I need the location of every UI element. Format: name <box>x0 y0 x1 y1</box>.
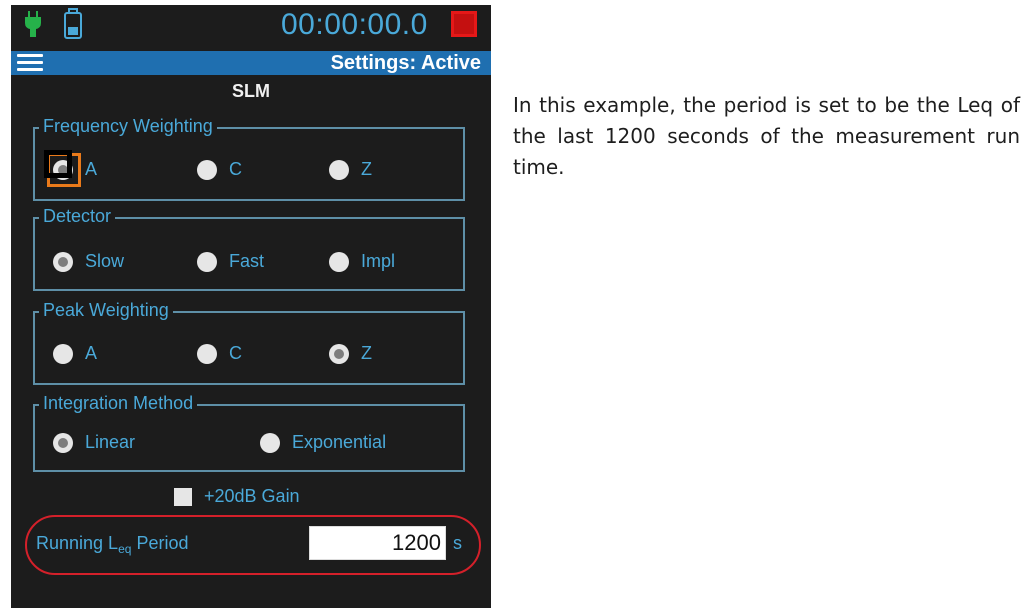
power-plug-icon <box>25 11 41 37</box>
radio-button[interactable] <box>329 344 349 364</box>
integration-method-group: Integration Method Linear Exponential <box>33 393 465 472</box>
screen-title: SLM <box>232 81 270 101</box>
battery-icon <box>64 8 82 39</box>
focus-highlight <box>44 150 81 187</box>
status-bar: 00:00:00.0 <box>11 5 491 54</box>
title-bar: Settings: Active <box>11 51 491 75</box>
label-suffix: Period <box>131 533 189 553</box>
radio-label: Slow <box>85 251 125 271</box>
hamburger-menu-icon[interactable] <box>17 54 43 72</box>
label-prefix: Running L <box>36 533 119 553</box>
group-legend: Peak Weighting <box>39 300 173 321</box>
radio-label: Impl <box>361 251 396 271</box>
radio-label: Linear <box>85 432 136 452</box>
gain-checkbox[interactable] <box>174 488 192 506</box>
gain-label: +20dB Gain <box>204 486 300 506</box>
radio-label: Exponential <box>292 432 387 452</box>
group-legend: Integration Method <box>39 393 198 414</box>
radio-label: C <box>229 343 242 363</box>
running-leq-label: Running Leq Period <box>36 533 188 556</box>
peak-weighting-group: Peak Weighting A C Z <box>33 300 465 385</box>
settings-status: Settings: Active <box>330 52 481 74</box>
radio-button[interactable] <box>53 252 73 272</box>
label-subscript: eq <box>118 542 132 556</box>
unit-label: s <box>453 533 462 553</box>
radio-button[interactable] <box>53 433 73 453</box>
radio-button[interactable] <box>197 160 217 180</box>
elapsed-timer: 00:00:00.0 <box>281 8 428 41</box>
radio-button[interactable] <box>329 252 349 272</box>
radio-label: Fast <box>229 251 265 271</box>
group-legend: Detector <box>39 206 116 227</box>
radio-label: Z <box>361 343 372 363</box>
radio-label: C <box>229 159 242 179</box>
record-stop-icon[interactable] <box>451 11 477 37</box>
radio-button[interactable] <box>197 252 217 272</box>
radio-label: Z <box>361 159 372 179</box>
group-legend: Frequency Weighting <box>39 116 217 137</box>
explanation-text: In this example, the period is set to be… <box>513 93 1020 179</box>
running-leq-period-input[interactable] <box>309 526 446 560</box>
radio-label: A <box>85 343 98 363</box>
radio-button[interactable] <box>329 160 349 180</box>
radio-button[interactable] <box>197 344 217 364</box>
radio-button[interactable] <box>260 433 280 453</box>
radio-button[interactable] <box>53 344 73 364</box>
slm-device-screen: 00:00:00.0 Settings: Active SLM Frequenc… <box>11 5 491 608</box>
detector-group: Detector Slow Fast Impl <box>33 206 465 291</box>
frequency-weighting-group: Frequency Weighting A C Z <box>33 116 465 201</box>
radio-label: A <box>85 159 98 179</box>
